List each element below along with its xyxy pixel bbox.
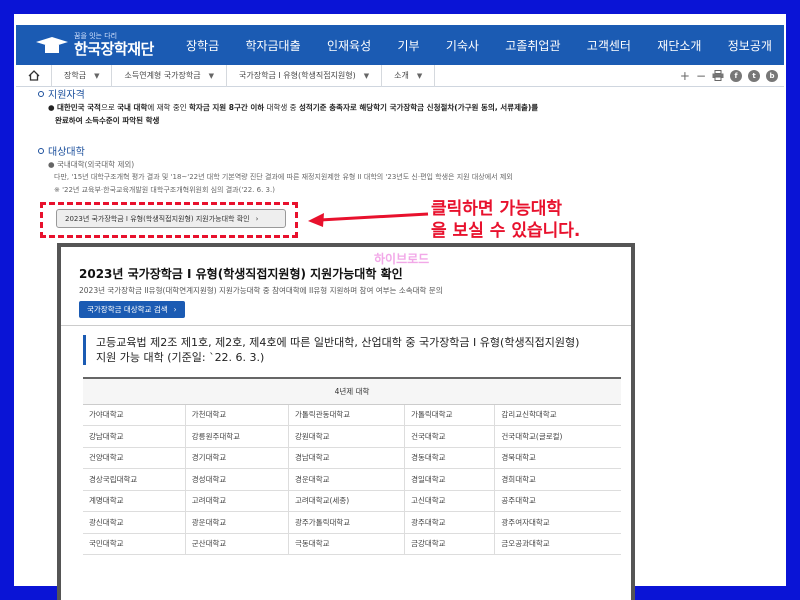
university-cell: 강릉원주대학교 <box>185 425 290 448</box>
university-cell: 금오공과대학교 <box>494 533 621 555</box>
university-cell: 가톨릭대학교 <box>404 404 496 426</box>
university-cell: 건양대학교 <box>83 447 186 469</box>
university-cell: 경동대학교 <box>404 447 496 469</box>
university-cell: 경상국립대학교 <box>83 468 186 491</box>
site-logo[interactable]: 꿈을 잇는 다리 한국장학재단 <box>36 33 186 57</box>
university-cell: 가톨릭관동대학교 <box>288 404 406 426</box>
section-title-target-universities: 대상대학 <box>38 143 85 158</box>
university-cell: 경기대학교 <box>185 447 290 469</box>
logo-slogan: 꿈을 잇는 다리 <box>74 32 118 40</box>
breadcrumb: 장학금 ▼ 소득연계형 국가장학금 ▼ 국가장학금 I 유형(학생직접지원형) ▼ 소… <box>16 64 784 87</box>
university-cell: 강남대학교 <box>83 425 186 448</box>
nav-item-about[interactable]: 재단소개 <box>657 37 701 54</box>
popup-subtitle: 고등교육법 제2조 제1호, 제2호, 제4호에 따른 일반대학, 산업대학 중… <box>83 335 613 365</box>
nav-item-scholarship[interactable]: 장학금 <box>186 37 219 54</box>
university-cell: 가천대학교 <box>185 404 290 426</box>
zoom-out-icon[interactable]: − <box>696 69 706 83</box>
breadcrumb-item-intro[interactable]: 소개 ▼ <box>382 64 436 87</box>
nav-item-disclosure[interactable]: 정보공개 <box>728 37 772 54</box>
popup-description: 2023년 국가장학금 II유형(대학연계지원형) 지원가능대학 중 참여대학에… <box>79 286 443 295</box>
blog-icon[interactable]: b <box>766 69 778 82</box>
university-table: 4년제 대학 가야대학교 가천대학교 가톨릭관동대학교 가톨릭대학교 감리교신학대학교 강… <box>83 377 621 555</box>
eligible-universities-popup: 2023년 국가장학금 I 유형(학생직접지원형) 지원가능대학 확인 2023… <box>57 243 635 600</box>
watermark: 하이브로드 <box>374 252 430 266</box>
university-cell: 가야대학교 <box>83 404 186 426</box>
page-tools: + − f t b <box>680 69 784 83</box>
university-cell: 경성대학교 <box>185 468 290 491</box>
zoom-in-icon[interactable]: + <box>680 69 690 83</box>
nav-item-talent[interactable]: 인재육성 <box>327 37 371 54</box>
university-cell: 국민대학교 <box>83 533 186 555</box>
graduation-cap-icon <box>36 35 68 55</box>
university-cell: 강원대학교 <box>288 425 406 448</box>
popup-title: 2023년 국가장학금 I 유형(학생직접지원형) 지원가능대학 확인 <box>79 267 403 281</box>
university-cell: 경북대학교 <box>494 447 621 469</box>
check-eligible-universities-button[interactable]: 2023년 국가장학금 I 유형(학생직접지원형) 지원가능대학 확인 › <box>56 209 286 228</box>
main-menu: 장학금 학자금대출 인재육성 기부 기숙사 고졸취업관 고객센터 재단소개 정보… <box>186 37 784 54</box>
eligibility-text: ● 대한민국 국적으로 국내 대학에 재학 중인 학자금 지원 8구간 이하 대… <box>48 103 539 125</box>
chevron-down-icon: ▼ <box>208 71 215 80</box>
table-row: 경상국립대학교 경성대학교 경운대학교 경일대학교 경희대학교 <box>83 468 621 491</box>
university-search-button[interactable]: 국가장학금 대상학교 검색 › <box>79 301 185 318</box>
table-row: 가야대학교 가천대학교 가톨릭관동대학교 가톨릭대학교 감리교신학대학교 <box>83 404 621 426</box>
chevron-right-icon: › <box>255 214 259 223</box>
university-cell: 광신대학교 <box>83 511 186 534</box>
chevron-down-icon: ▼ <box>416 71 423 80</box>
university-cell: 건국대학교 <box>404 425 496 448</box>
university-cell: 공주대학교 <box>494 490 621 512</box>
university-cell: 광주여자대학교 <box>494 511 621 534</box>
divider <box>61 325 631 326</box>
home-icon <box>28 70 39 81</box>
facebook-icon[interactable]: f <box>730 69 742 82</box>
university-cell: 군산대학교 <box>185 533 290 555</box>
breadcrumb-item-scholarship[interactable]: 장학금 ▼ <box>52 64 113 87</box>
breadcrumb-item-type1[interactable]: 국가장학금 I 유형(학생직접지원형) ▼ <box>227 64 383 87</box>
print-icon[interactable] <box>712 70 724 81</box>
nav-item-donation[interactable]: 기부 <box>397 37 419 54</box>
target-universities-text: ● 국내대학(외국대학 제외) 다만, '15년 대학구조개혁 평가 결과 및 … <box>48 160 513 194</box>
university-cell: 경운대학교 <box>288 468 406 491</box>
university-cell: 광주대학교 <box>404 511 496 534</box>
red-arrow-icon <box>308 212 429 227</box>
university-cell: 광운대학교 <box>185 511 290 534</box>
annotation-callout: 클릭하면 가능대학 을 보실 수 있습니다. <box>431 199 581 241</box>
university-cell: 감리교신학대학교 <box>494 404 621 426</box>
table-row: 국민대학교 군산대학교 극동대학교 금강대학교 금오공과대학교 <box>83 533 621 555</box>
home-button[interactable] <box>16 64 52 87</box>
university-cell: 고려대학교(세종) <box>288 490 406 512</box>
university-cell: 건국대학교(글로컬) <box>494 425 621 448</box>
university-cell: 경남대학교 <box>288 447 406 469</box>
nav-item-loan[interactable]: 학자금대출 <box>245 37 300 54</box>
table-row: 계명대학교 고려대학교 고려대학교(세종) 고신대학교 공주대학교 <box>83 490 621 512</box>
chevron-down-icon: ▼ <box>363 71 370 80</box>
university-cell: 광주가톨릭대학교 <box>288 511 406 534</box>
nav-item-dormitory[interactable]: 기숙사 <box>446 37 479 54</box>
breadcrumb-item-income-linked[interactable]: 소득연계형 국가장학금 ▼ <box>112 64 228 87</box>
top-navigation-bar: 꿈을 잇는 다리 한국장학재단 장학금 학자금대출 인재육성 기부 기숙사 고졸… <box>16 25 784 65</box>
bullet-circle-icon <box>38 147 44 154</box>
section-title-eligibility: 지원자격 <box>38 86 85 101</box>
chevron-right-icon: › <box>173 305 177 314</box>
bullet-circle-icon <box>38 90 44 97</box>
chevron-down-icon: ▼ <box>94 71 100 80</box>
logo-title: 한국장학재단 <box>74 40 154 58</box>
nav-item-jobs[interactable]: 고졸취업관 <box>505 37 560 54</box>
university-cell: 고신대학교 <box>404 490 496 512</box>
table-header: 4년제 대학 <box>83 377 621 405</box>
twitter-icon[interactable]: t <box>748 69 760 82</box>
university-cell: 금강대학교 <box>404 533 496 555</box>
table-row: 광신대학교 광운대학교 광주가톨릭대학교 광주대학교 광주여자대학교 <box>83 511 621 534</box>
university-cell: 경희대학교 <box>494 468 621 491</box>
table-row: 강남대학교 강릉원주대학교 강원대학교 건국대학교 건국대학교(글로컬) <box>83 425 621 448</box>
table-row: 건양대학교 경기대학교 경남대학교 경동대학교 경북대학교 <box>83 447 621 469</box>
university-cell: 계명대학교 <box>83 490 186 512</box>
university-cell: 경일대학교 <box>404 468 496 491</box>
nav-item-support[interactable]: 고객센터 <box>587 37 631 54</box>
university-cell: 고려대학교 <box>185 490 290 512</box>
university-cell: 극동대학교 <box>288 533 406 555</box>
